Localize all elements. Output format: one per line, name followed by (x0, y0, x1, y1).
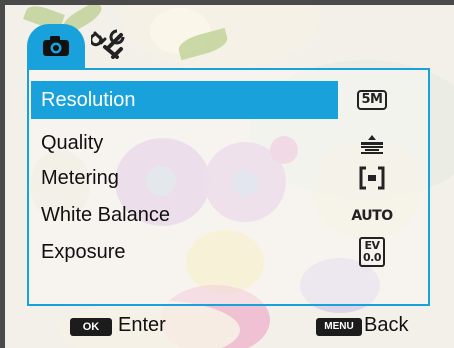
exposure-ev-icon: EV 0.0 (352, 236, 392, 268)
wrench-icon (91, 29, 125, 59)
quality-icon (352, 128, 392, 160)
menu-item-metering[interactable]: Metering (41, 159, 119, 197)
menu-item-label: Metering (41, 167, 119, 189)
screen-frame-top (0, 0, 454, 5)
menu-item-label: Exposure (41, 241, 126, 263)
enter-label: Enter (118, 314, 166, 336)
resolution-icon-text: 5M (356, 90, 388, 110)
tab-camera[interactable] (27, 24, 85, 68)
screen-frame-left (0, 0, 5, 348)
camera-icon (43, 36, 69, 56)
menu-item-resolution[interactable]: Resolution (31, 81, 338, 119)
menu-item-label: Resolution (41, 89, 136, 111)
menu-key-badge[interactable]: MENU (316, 318, 362, 336)
menu-item-white-balance[interactable]: White Balance (41, 196, 170, 234)
menu-item-label: White Balance (41, 204, 170, 226)
metering-center-icon (352, 162, 392, 194)
white-balance-icon-text: AUTO (351, 208, 393, 224)
menu-item-quality[interactable]: Quality (41, 124, 103, 162)
exposure-icon-value-text: 0.0 (363, 251, 382, 264)
menu-item-label: Quality (41, 132, 104, 154)
ok-key-badge[interactable]: OK (70, 318, 112, 336)
tab-settings[interactable] (88, 25, 128, 63)
menu-item-exposure[interactable]: Exposure (41, 233, 126, 271)
camera-menu-screen: Resolution 5M Quality Metering White Bal (0, 0, 454, 348)
back-label: Back (364, 314, 409, 336)
white-balance-auto-icon: AUTO (351, 200, 393, 232)
resolution-5m-icon: 5M (352, 84, 392, 116)
footer-hints: OK Enter MENU Back (0, 306, 454, 348)
menu-panel: Resolution 5M Quality Metering White Bal (27, 68, 430, 306)
